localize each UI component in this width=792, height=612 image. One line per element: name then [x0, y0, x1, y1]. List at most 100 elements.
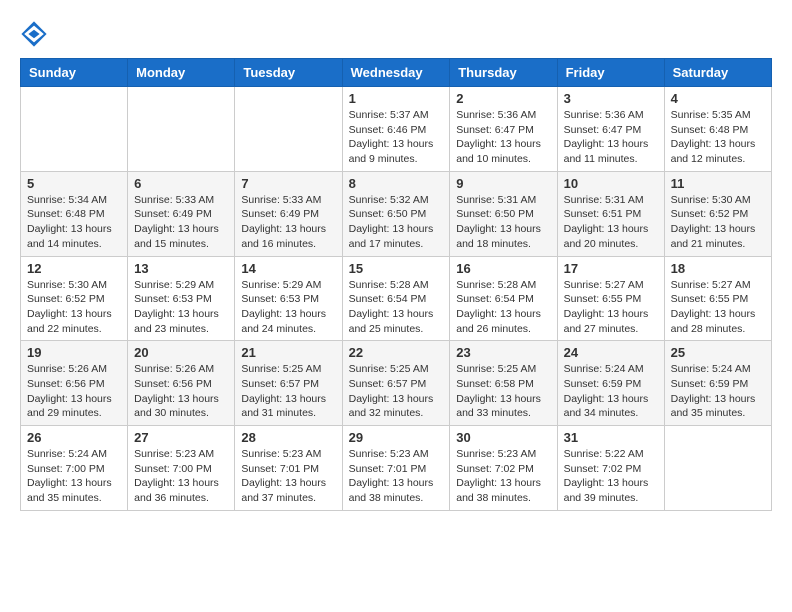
day-detail: Sunrise: 5:25 AM Sunset: 6:57 PM Dayligh… — [349, 362, 444, 421]
day-number: 8 — [349, 176, 444, 191]
day-detail: Sunrise: 5:22 AM Sunset: 7:02 PM Dayligh… — [564, 447, 658, 506]
day-number: 28 — [241, 430, 335, 445]
calendar-day-header: Saturday — [664, 59, 771, 87]
day-number: 9 — [456, 176, 550, 191]
day-number: 12 — [27, 261, 121, 276]
calendar-day-cell: 14Sunrise: 5:29 AM Sunset: 6:53 PM Dayli… — [235, 256, 342, 341]
calendar-day-cell: 2 Sunrise: 5:36 AM Sunset: 6:47 PM Daylig… — [450, 87, 557, 172]
calendar-day-cell: 5Sunrise: 5:34 AM Sunset: 6:48 PM Daylig… — [21, 171, 128, 256]
calendar-day-header: Wednesday — [342, 59, 450, 87]
day-detail: Sunrise: 5:26 AM Sunset: 6:56 PM Dayligh… — [27, 362, 121, 421]
calendar-week-row: 5Sunrise: 5:34 AM Sunset: 6:48 PM Daylig… — [21, 171, 772, 256]
calendar-day-cell: 18 Sunrise: 5:27 AM Sunset: 6:55 PM Dayli… — [664, 256, 771, 341]
calendar-day-cell: 26 Sunrise: 5:24 AM Sunset: 7:00 PM Dayli… — [21, 426, 128, 511]
calendar-day-header: Friday — [557, 59, 664, 87]
calendar-day-cell: 11 Sunrise: 5:30 AM Sunset: 6:52 PM Dayli… — [664, 171, 771, 256]
day-number: 13 — [134, 261, 228, 276]
calendar-day-cell: 31 Sunrise: 5:22 AM Sunset: 7:02 PM Dayli… — [557, 426, 664, 511]
day-detail: Sunrise: 5:23 AM Sunset: 7:00 PM Dayligh… — [134, 447, 228, 506]
calendar-day-cell: 12 Sunrise: 5:30 AM Sunset: 6:52 PM Dayli… — [21, 256, 128, 341]
day-number: 18 — [671, 261, 765, 276]
calendar-week-row: 1 Sunrise: 5:37 AM Sunset: 6:46 PM Daylig… — [21, 87, 772, 172]
day-number: 21 — [241, 345, 335, 360]
calendar-day-cell: 28 Sunrise: 5:23 AM Sunset: 7:01 PM Dayli… — [235, 426, 342, 511]
day-number: 1 — [349, 91, 444, 106]
day-number: 15 — [349, 261, 444, 276]
calendar-day-cell — [664, 426, 771, 511]
day-number: 24 — [564, 345, 658, 360]
page-header — [20, 20, 772, 48]
calendar-day-cell: 7 Sunrise: 5:33 AM Sunset: 6:49 PM Daylig… — [235, 171, 342, 256]
day-detail: Sunrise: 5:30 AM Sunset: 6:52 PM Dayligh… — [671, 193, 765, 252]
day-number: 2 — [456, 91, 550, 106]
calendar-week-row: 26 Sunrise: 5:24 AM Sunset: 7:00 PM Dayli… — [21, 426, 772, 511]
day-number: 3 — [564, 91, 658, 106]
calendar-day-header: Tuesday — [235, 59, 342, 87]
day-number: 6 — [134, 176, 228, 191]
day-detail: Sunrise: 5:33 AM Sunset: 6:49 PM Dayligh… — [241, 193, 335, 252]
day-detail: Sunrise: 5:28 AM Sunset: 6:54 PM Dayligh… — [456, 278, 550, 337]
calendar-day-cell — [21, 87, 128, 172]
day-detail: Sunrise: 5:37 AM Sunset: 6:46 PM Dayligh… — [349, 108, 444, 167]
calendar-day-cell: 6Sunrise: 5:33 AM Sunset: 6:49 PM Daylig… — [128, 171, 235, 256]
day-detail: Sunrise: 5:31 AM Sunset: 6:50 PM Dayligh… — [456, 193, 550, 252]
logo — [20, 20, 52, 48]
calendar-day-header: Thursday — [450, 59, 557, 87]
day-number: 7 — [241, 176, 335, 191]
calendar-day-cell: 13 Sunrise: 5:29 AM Sunset: 6:53 PM Dayli… — [128, 256, 235, 341]
day-number: 4 — [671, 91, 765, 106]
day-number: 25 — [671, 345, 765, 360]
logo-icon — [20, 20, 48, 48]
day-detail: Sunrise: 5:35 AM Sunset: 6:48 PM Dayligh… — [671, 108, 765, 167]
calendar-day-cell: 10 Sunrise: 5:31 AM Sunset: 6:51 PM Dayli… — [557, 171, 664, 256]
calendar-header-row: SundayMondayTuesdayWednesdayThursdayFrid… — [21, 59, 772, 87]
calendar-week-row: 19 Sunrise: 5:26 AM Sunset: 6:56 PM Dayli… — [21, 341, 772, 426]
day-detail: Sunrise: 5:25 AM Sunset: 6:58 PM Dayligh… — [456, 362, 550, 421]
day-number: 23 — [456, 345, 550, 360]
day-detail: Sunrise: 5:24 AM Sunset: 7:00 PM Dayligh… — [27, 447, 121, 506]
calendar-day-cell: 24 Sunrise: 5:24 AM Sunset: 6:59 PM Dayli… — [557, 341, 664, 426]
calendar-day-cell: 16 Sunrise: 5:28 AM Sunset: 6:54 PM Dayli… — [450, 256, 557, 341]
day-number: 17 — [564, 261, 658, 276]
calendar-day-cell: 4 Sunrise: 5:35 AM Sunset: 6:48 PM Daylig… — [664, 87, 771, 172]
calendar-day-cell — [235, 87, 342, 172]
day-detail: Sunrise: 5:31 AM Sunset: 6:51 PM Dayligh… — [564, 193, 658, 252]
calendar-day-cell: 23 Sunrise: 5:25 AM Sunset: 6:58 PM Dayli… — [450, 341, 557, 426]
calendar-week-row: 12 Sunrise: 5:30 AM Sunset: 6:52 PM Dayli… — [21, 256, 772, 341]
day-detail: Sunrise: 5:25 AM Sunset: 6:57 PM Dayligh… — [241, 362, 335, 421]
day-detail: Sunrise: 5:24 AM Sunset: 6:59 PM Dayligh… — [671, 362, 765, 421]
calendar-table: SundayMondayTuesdayWednesdayThursdayFrid… — [20, 58, 772, 511]
day-detail: Sunrise: 5:27 AM Sunset: 6:55 PM Dayligh… — [564, 278, 658, 337]
day-detail: Sunrise: 5:36 AM Sunset: 6:47 PM Dayligh… — [564, 108, 658, 167]
day-number: 20 — [134, 345, 228, 360]
day-detail: Sunrise: 5:30 AM Sunset: 6:52 PM Dayligh… — [27, 278, 121, 337]
day-number: 27 — [134, 430, 228, 445]
calendar-day-cell: 8 Sunrise: 5:32 AM Sunset: 6:50 PM Daylig… — [342, 171, 450, 256]
day-detail: Sunrise: 5:23 AM Sunset: 7:01 PM Dayligh… — [241, 447, 335, 506]
day-detail: Sunrise: 5:28 AM Sunset: 6:54 PM Dayligh… — [349, 278, 444, 337]
day-detail: Sunrise: 5:29 AM Sunset: 6:53 PM Dayligh… — [134, 278, 228, 337]
day-detail: Sunrise: 5:27 AM Sunset: 6:55 PM Dayligh… — [671, 278, 765, 337]
day-detail: Sunrise: 5:23 AM Sunset: 7:02 PM Dayligh… — [456, 447, 550, 506]
day-detail: Sunrise: 5:34 AM Sunset: 6:48 PM Dayligh… — [27, 193, 121, 252]
day-number: 31 — [564, 430, 658, 445]
day-detail: Sunrise: 5:26 AM Sunset: 6:56 PM Dayligh… — [134, 362, 228, 421]
day-number: 10 — [564, 176, 658, 191]
calendar-day-cell: 20 Sunrise: 5:26 AM Sunset: 6:56 PM Dayli… — [128, 341, 235, 426]
day-number: 19 — [27, 345, 121, 360]
calendar-day-cell: 9 Sunrise: 5:31 AM Sunset: 6:50 PM Daylig… — [450, 171, 557, 256]
day-number: 26 — [27, 430, 121, 445]
day-detail: Sunrise: 5:24 AM Sunset: 6:59 PM Dayligh… — [564, 362, 658, 421]
day-number: 11 — [671, 176, 765, 191]
calendar-day-cell: 1 Sunrise: 5:37 AM Sunset: 6:46 PM Daylig… — [342, 87, 450, 172]
calendar-day-cell: 22Sunrise: 5:25 AM Sunset: 6:57 PM Dayli… — [342, 341, 450, 426]
calendar-day-header: Monday — [128, 59, 235, 87]
calendar-day-cell: 29Sunrise: 5:23 AM Sunset: 7:01 PM Dayli… — [342, 426, 450, 511]
day-number: 16 — [456, 261, 550, 276]
day-number: 14 — [241, 261, 335, 276]
calendar-day-cell: 27 Sunrise: 5:23 AM Sunset: 7:00 PM Dayli… — [128, 426, 235, 511]
calendar-day-cell: 25 Sunrise: 5:24 AM Sunset: 6:59 PM Dayli… — [664, 341, 771, 426]
day-detail: Sunrise: 5:32 AM Sunset: 6:50 PM Dayligh… — [349, 193, 444, 252]
day-detail: Sunrise: 5:36 AM Sunset: 6:47 PM Dayligh… — [456, 108, 550, 167]
day-number: 29 — [349, 430, 444, 445]
